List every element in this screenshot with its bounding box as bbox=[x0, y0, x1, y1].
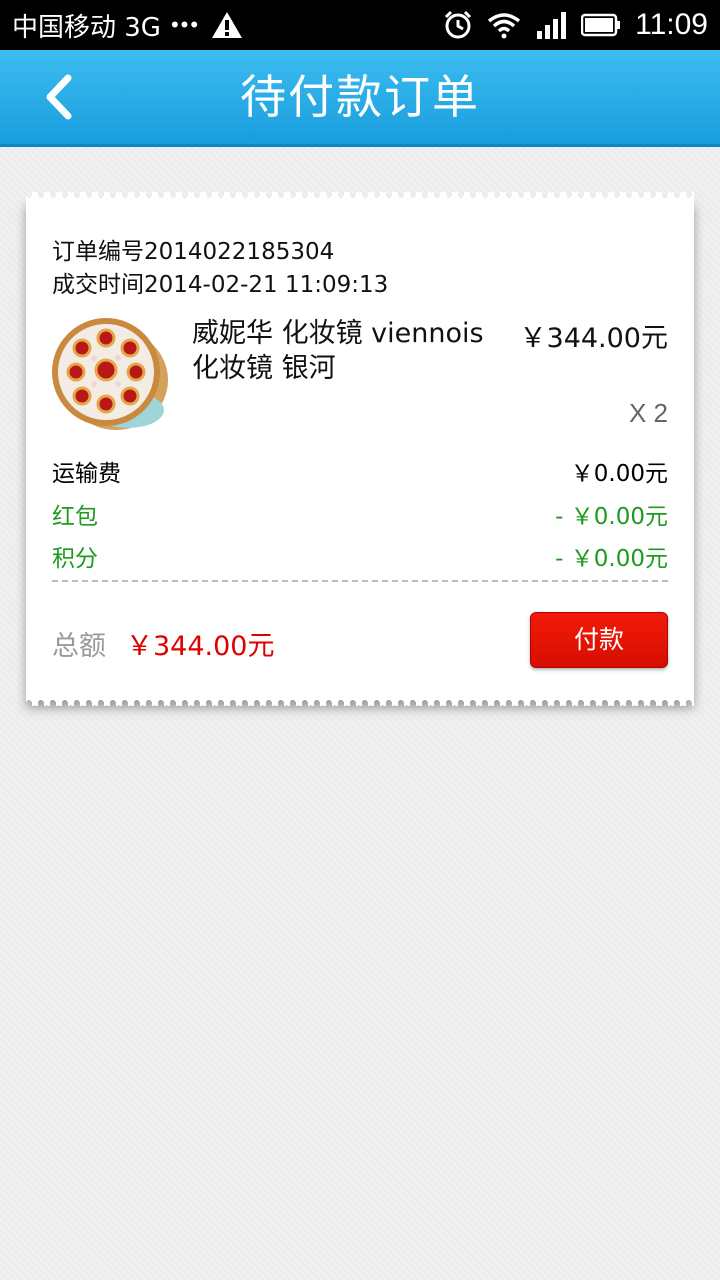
fee-value: - ￥0.00元 bbox=[555, 546, 668, 572]
fee-row-shipping: 运输费 ￥0.00元 bbox=[52, 454, 668, 490]
order-time: 成交时间2014-02-21 11:09:13 bbox=[52, 272, 389, 298]
receipt-edge-top bbox=[26, 192, 694, 200]
fee-row-red-packet: 红包 - ￥0.00元 bbox=[52, 497, 668, 533]
signal-icon bbox=[537, 12, 567, 39]
order-number: 订单编号2014022185304 bbox=[52, 239, 335, 265]
status-right: 11:09 bbox=[443, 8, 708, 42]
page-title: 待付款订单 bbox=[240, 70, 480, 124]
fee-value: ￥0.00元 bbox=[570, 461, 668, 487]
warning-icon bbox=[212, 12, 243, 38]
fee-row-points: 积分 - ￥0.00元 bbox=[52, 539, 668, 575]
fee-label: 红包 bbox=[52, 504, 98, 530]
receipt-edge-bottom bbox=[26, 698, 694, 706]
carrier-label: 中国移动 3G bbox=[12, 12, 161, 43]
fee-label: 积分 bbox=[52, 546, 98, 572]
fee-value: - ￥0.00元 bbox=[555, 504, 668, 530]
total-amount: ￥344.00元 bbox=[126, 631, 275, 662]
total-label: 总额 bbox=[52, 631, 106, 662]
product-price: ￥344.00元 bbox=[519, 323, 668, 354]
dashed-divider bbox=[52, 580, 668, 582]
alarm-icon bbox=[445, 10, 472, 39]
order-card: 订单编号2014022185304 成交时间2014-02-21 11:09:1… bbox=[26, 192, 694, 706]
clock: 11:09 bbox=[635, 8, 708, 41]
product-quantity: X 2 bbox=[628, 398, 668, 428]
pay-button[interactable]: 付款 bbox=[530, 612, 668, 668]
wifi-icon bbox=[488, 13, 521, 39]
title-bar: 待付款订单 bbox=[0, 50, 720, 147]
fee-label: 运输费 bbox=[52, 461, 121, 487]
product-image[interactable] bbox=[50, 312, 172, 434]
battery-icon bbox=[581, 13, 621, 37]
notification-dots: ••• bbox=[170, 12, 201, 37]
product-name[interactable]: 威妮华 化妆镜 viennois 化妆镜 银河 bbox=[192, 316, 492, 386]
status-left: 中国移动 3G ••• bbox=[12, 8, 244, 43]
status-bar: 中国移动 3G ••• 11:09 bbox=[0, 0, 720, 50]
